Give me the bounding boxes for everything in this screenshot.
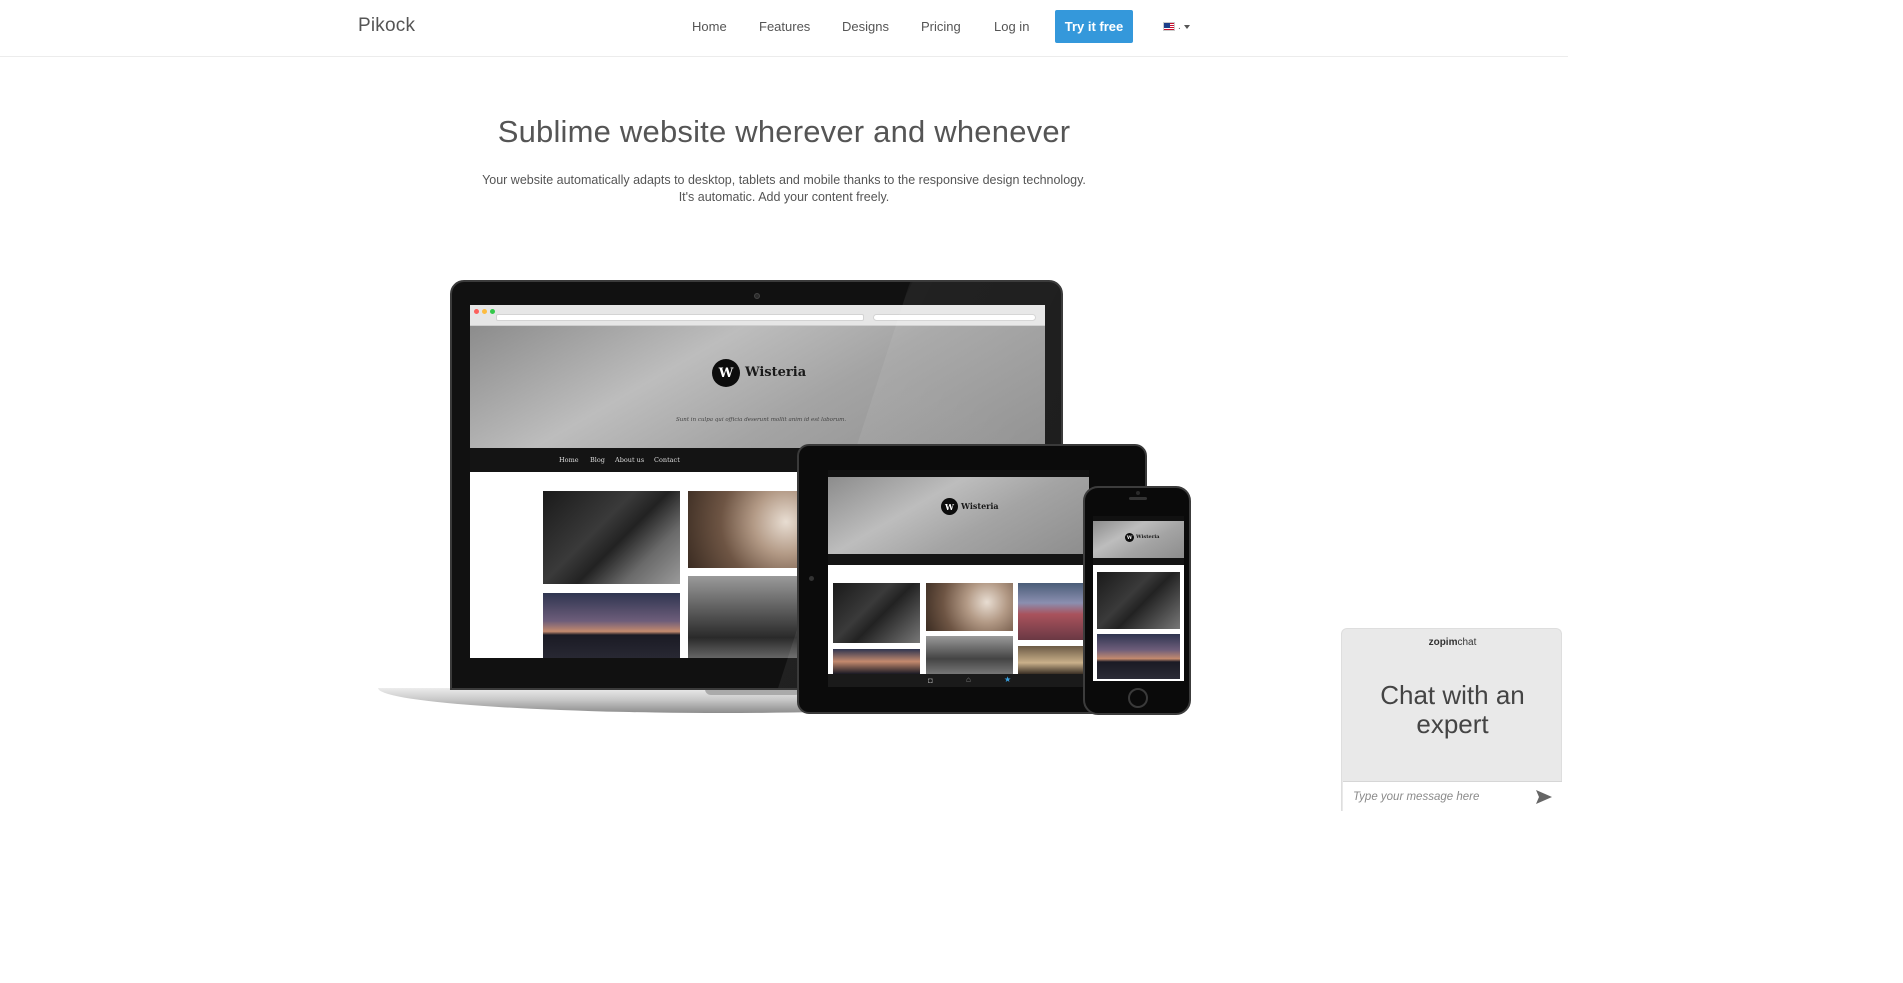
tablet-tab-bar: ◘ ⌂ ★ bbox=[828, 674, 1089, 687]
hero-subtitle: Your website automatically adapts to des… bbox=[0, 172, 1568, 206]
minimize-dot-icon bbox=[482, 309, 487, 314]
phone-mockup: W Wisteria bbox=[1083, 486, 1191, 715]
chat-message-input[interactable] bbox=[1343, 781, 1562, 812]
tablet-home-tab-icon: ⌂ bbox=[966, 675, 971, 684]
navbar: Pikock Home Features Designs Pricing Log… bbox=[0, 0, 1568, 57]
site-tagline: Sunt in culpa qui officia deserunt molli… bbox=[676, 417, 847, 423]
tablet-photo-sunset bbox=[833, 649, 920, 674]
tablet-photo-boardwalk bbox=[926, 636, 1013, 674]
zoom-dot-icon bbox=[490, 309, 495, 314]
site-nav-blog: Blog bbox=[590, 456, 605, 464]
nav-pricing[interactable]: Pricing bbox=[921, 19, 961, 34]
tablet-star-tab-icon: ★ bbox=[1004, 675, 1012, 684]
zopim-chat-logo: zopimchat bbox=[1342, 637, 1563, 648]
tablet-photo-interior bbox=[1018, 646, 1084, 674]
phone-site-name: Wisteria bbox=[1136, 534, 1160, 540]
chat-widget[interactable]: zopimchat Chat with an expert bbox=[1341, 628, 1563, 812]
browser-toolbar bbox=[470, 305, 1045, 326]
nav-designs[interactable]: Designs bbox=[842, 19, 889, 34]
photo-sunset-pier bbox=[543, 593, 680, 658]
site-nav-about: About us bbox=[615, 456, 645, 464]
brand-logo[interactable]: Pikock bbox=[358, 15, 415, 37]
phone-photo-sunset bbox=[1097, 634, 1180, 679]
phone-site-nav bbox=[1093, 558, 1184, 565]
tablet-photo-camera bbox=[833, 583, 920, 643]
chat-title: Chat with an expert bbox=[1380, 680, 1525, 739]
address-bar bbox=[496, 314, 864, 321]
hero-subtitle-line-1: Your website automatically adapts to des… bbox=[482, 173, 1086, 187]
tablet-camera-icon bbox=[809, 576, 814, 581]
tablet-site-nav bbox=[828, 554, 1089, 565]
tablet-photo-car bbox=[1018, 583, 1084, 640]
phone-speaker bbox=[1129, 497, 1147, 500]
phone-home-button bbox=[1128, 688, 1148, 708]
try-it-free-button[interactable]: Try it free bbox=[1055, 10, 1133, 43]
photo-camera bbox=[543, 491, 680, 584]
us-flag-icon bbox=[1163, 22, 1175, 31]
phone-screen: W Wisteria bbox=[1093, 516, 1184, 681]
chat-brand-b: chat bbox=[1457, 637, 1477, 648]
browser-search-bar bbox=[873, 314, 1036, 321]
tablet-logo-icon: W bbox=[941, 498, 958, 515]
tablet-screen: W Wisteria ◘ ⌂ ★ bbox=[828, 470, 1089, 687]
close-dot-icon bbox=[474, 309, 479, 314]
camera-icon bbox=[754, 293, 760, 299]
language-label: . bbox=[1178, 21, 1181, 32]
language-selector[interactable]: . bbox=[1163, 21, 1190, 32]
tablet-camera-tab-icon: ◘ bbox=[928, 676, 933, 685]
send-icon[interactable] bbox=[1535, 789, 1553, 805]
hero-subtitle-line-2: It's automatic. Add your content freely. bbox=[678, 190, 890, 204]
site-name: Wisteria bbox=[745, 365, 807, 380]
phone-logo-icon: W bbox=[1125, 533, 1134, 542]
tablet-site-name: Wisteria bbox=[961, 501, 999, 511]
tablet-site-hero: W Wisteria bbox=[828, 477, 1089, 554]
chat-brand-a: zopim bbox=[1428, 637, 1458, 648]
nav-home[interactable]: Home bbox=[692, 19, 727, 34]
wisteria-logo-icon: W bbox=[712, 359, 740, 387]
hero-title: Sublime website wherever and whenever bbox=[497, 114, 1071, 149]
nav-features[interactable]: Features bbox=[759, 19, 810, 34]
site-hero-banner: W Wisteria Sunt in culpa qui officia des… bbox=[470, 326, 1045, 448]
phone-camera-icon bbox=[1136, 491, 1140, 495]
site-nav-contact: Contact bbox=[654, 456, 680, 464]
caret-down-icon bbox=[1183, 24, 1190, 29]
tablet-photo-blossom bbox=[926, 583, 1013, 631]
nav-login[interactable]: Log in bbox=[994, 19, 1029, 34]
phone-photo-camera bbox=[1097, 572, 1180, 629]
phone-site-hero: W Wisteria bbox=[1093, 521, 1184, 558]
tablet-status-bar bbox=[828, 470, 1089, 477]
site-nav-home: Home bbox=[559, 456, 579, 464]
